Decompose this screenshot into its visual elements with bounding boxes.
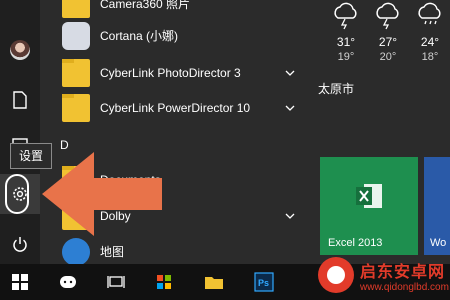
watermark-title: 启东安卓网	[360, 263, 446, 281]
excel-icon	[356, 184, 382, 208]
app-list: Camera360 照片 Cortana (小娜) CyberLink Phot…	[40, 0, 310, 266]
tile-label: Wo	[430, 237, 447, 249]
file-explorer-button[interactable]	[194, 264, 234, 300]
documents-button[interactable]	[0, 80, 40, 120]
list-item[interactable]: Dolby	[40, 198, 310, 234]
temp-low: 18°	[421, 51, 439, 63]
app-label: Dolby	[100, 209, 131, 223]
thunderstorm-icon	[334, 2, 357, 30]
store-button[interactable]	[144, 264, 184, 300]
svg-text:Ps: Ps	[258, 278, 269, 288]
list-item[interactable]: Documents	[40, 162, 310, 198]
camera-app-icon	[62, 0, 90, 18]
app-label: Cortana (小娜)	[100, 29, 179, 43]
folder-icon	[62, 202, 90, 230]
watermark: 启东安卓网 www.qidonglbd.com	[318, 250, 450, 300]
temp-high: 27°	[378, 35, 398, 49]
settings-button[interactable]	[0, 174, 40, 214]
document-icon	[13, 91, 27, 109]
weather-day: 24° 18°	[408, 0, 450, 63]
temp-high: 31°	[336, 35, 356, 49]
power-icon	[13, 237, 27, 252]
task-view-icon	[107, 276, 125, 288]
photoshop-button[interactable]: Ps	[244, 264, 284, 300]
maps-icon	[62, 238, 90, 266]
gear-icon	[13, 187, 27, 201]
temp-low: 20°	[379, 51, 397, 63]
excel-tile[interactable]: Excel 2013	[320, 157, 418, 255]
rain-icon	[418, 2, 441, 25]
cortana-icon	[62, 22, 90, 50]
temp-high: 24°	[420, 35, 440, 49]
app-label: CyberLink PowerDirector 10	[100, 101, 251, 115]
chevron-down-icon[interactable]	[284, 102, 296, 114]
watermark-url: www.qidonglbd.com	[360, 281, 449, 293]
task-view-button[interactable]	[96, 264, 136, 300]
list-item[interactable]: Cortana (小娜)	[40, 18, 310, 54]
windows-icon	[12, 274, 28, 290]
word-tile[interactable]: Wo	[424, 157, 450, 255]
weather-day: 27° 20°	[366, 0, 410, 63]
chevron-down-icon[interactable]	[284, 67, 296, 79]
folder-icon	[62, 94, 90, 122]
weather-day: 31° 19°	[324, 0, 368, 63]
app-label: CyberLink PhotoDirector 3	[100, 66, 241, 80]
folder-icon	[62, 59, 90, 87]
folder-icon	[205, 277, 223, 289]
cortana-button[interactable]	[48, 264, 88, 300]
app-label: Documents	[100, 173, 161, 187]
watermark-text: 启东安卓网 www.qidonglbd.com	[360, 258, 449, 293]
tile-label: Excel 2013	[328, 237, 383, 249]
store-icon	[157, 275, 171, 289]
user-account-button[interactable]	[0, 30, 40, 70]
settings-tooltip: 设置	[10, 143, 53, 169]
list-item[interactable]: CyberLink PhotoDirector 3	[40, 55, 310, 91]
start-rail	[0, 0, 40, 264]
chevron-down-icon[interactable]	[284, 210, 296, 222]
photoshop-icon: Ps	[254, 272, 274, 292]
chat-bubble-icon	[60, 276, 76, 288]
power-button[interactable]	[0, 224, 40, 264]
folder-icon	[62, 166, 90, 194]
group-header-d[interactable]: D	[60, 138, 69, 152]
thunderstorm-icon	[376, 2, 399, 30]
watermark-logo	[318, 257, 354, 293]
temp-low: 19°	[337, 51, 355, 63]
list-item[interactable]: CyberLink PowerDirector 10	[40, 90, 310, 126]
avatar	[10, 40, 30, 60]
start-button[interactable]	[0, 264, 40, 300]
weather-city: 太原市	[318, 82, 355, 96]
